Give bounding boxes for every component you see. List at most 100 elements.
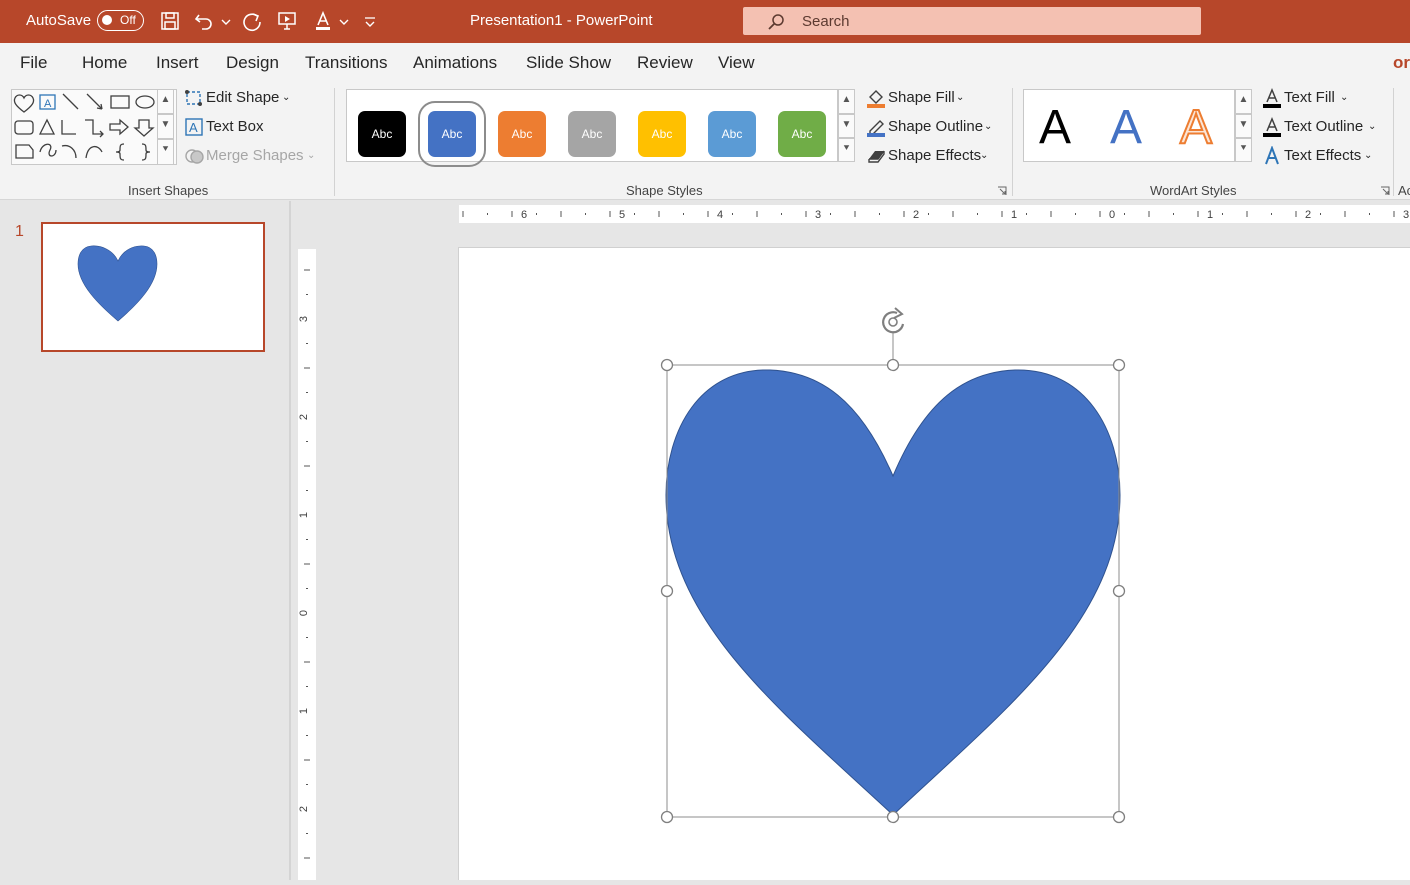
wordart-sample[interactable]: A	[1110, 100, 1142, 155]
shape-style-swatch[interactable]: Abc	[498, 111, 546, 157]
slide-thumbnail[interactable]	[41, 222, 265, 352]
tab-shape-format[interactable]: or	[1393, 53, 1410, 73]
resize-handle-top-left[interactable]	[660, 358, 674, 372]
resize-handle-top-right[interactable]	[1112, 358, 1126, 372]
resize-handle-left[interactable]	[660, 584, 674, 598]
chevron-down-icon: ⌄	[984, 121, 993, 132]
shape-style-swatch[interactable]: Abc	[358, 111, 406, 157]
slides-panel: 1	[0, 201, 289, 880]
wordart-scroll-up[interactable]: ▲	[1235, 89, 1252, 114]
shape-style-swatch[interactable]: Abc	[418, 101, 486, 167]
undo-icon[interactable]	[193, 10, 215, 32]
shape-style-swatch[interactable]: Abc	[708, 111, 756, 157]
svg-text:A: A	[44, 98, 52, 110]
edit-shape-label: Edit Shape	[206, 89, 280, 106]
text-fill-label: Text Fill	[1284, 89, 1335, 106]
styles-scroll-up[interactable]: ▲	[838, 89, 855, 114]
tab-insert[interactable]: Insert	[156, 53, 199, 73]
text-effects-icon	[1265, 146, 1279, 165]
ruler-label: 1	[298, 708, 310, 714]
ruler-label: 6	[521, 209, 527, 221]
ruler-label: 5	[619, 209, 625, 221]
font-color-icon[interactable]	[312, 10, 334, 32]
ribbon-tabs: File Home Insert Design Transitions Anim…	[0, 43, 1410, 121]
toggle-knob	[102, 15, 112, 25]
merge-shapes-label: Merge Shapes	[206, 147, 304, 164]
autosave-toggle[interactable]: Off	[97, 10, 144, 31]
paint-bucket-icon	[867, 90, 885, 108]
horizontal-ruler-ticks: 6 5 4 3 2 1 0 1 2 3	[462, 209, 1409, 221]
ruler-label: 3	[815, 209, 821, 221]
ruler-label: 1	[1011, 209, 1017, 221]
search-box[interactable]: Search	[743, 7, 1201, 35]
tab-file[interactable]: File	[20, 53, 47, 73]
autosave-label: AutoSave	[26, 12, 92, 29]
tab-animations[interactable]: Animations	[413, 53, 497, 73]
wordart-sample[interactable]: A	[1179, 100, 1213, 155]
tab-view[interactable]: View	[718, 53, 755, 73]
save-icon[interactable]	[159, 10, 181, 32]
resize-handle-bottom[interactable]	[886, 810, 900, 824]
horizontal-ruler: 6 5 4 3 2 1 0 1 2 3	[459, 205, 1410, 223]
wordart-scroll-down[interactable]: ▼	[1235, 114, 1252, 138]
font-color-dropdown-icon[interactable]	[337, 10, 351, 32]
search-placeholder: Search	[802, 13, 850, 30]
ruler-label: 0	[1109, 209, 1115, 221]
dialog-launcher-icon[interactable]	[1380, 186, 1390, 196]
slide-canvas[interactable]	[458, 247, 1410, 880]
tab-transitions[interactable]: Transitions	[305, 53, 388, 73]
resize-handle-bottom-right[interactable]	[1112, 810, 1126, 824]
tab-slide-show[interactable]: Slide Show	[526, 53, 611, 73]
insert-shapes-group-label: Insert Shapes	[128, 183, 209, 198]
redo-icon[interactable]	[241, 10, 263, 32]
dialog-launcher-icon[interactable]	[997, 186, 1007, 196]
shape-outline-label: Shape Outline	[888, 118, 984, 135]
chevron-down-icon: ⌄	[980, 150, 989, 161]
panel-divider[interactable]	[289, 201, 291, 880]
tab-review[interactable]: Review	[637, 53, 693, 73]
shape-styles-gallery: Abc Abc Abc Abc Abc Abc Abc	[346, 89, 838, 167]
shape-style-swatch[interactable]: Abc	[638, 111, 686, 157]
wordart-more[interactable]: ⯆	[1235, 138, 1252, 162]
ruler-label: 2	[298, 414, 310, 420]
ruler-label: 2	[298, 806, 310, 812]
ruler-label: 3	[1403, 209, 1409, 221]
resize-handle-top[interactable]	[886, 358, 900, 372]
chevron-down-icon: ⌄	[307, 150, 316, 161]
tab-home[interactable]: Home	[82, 53, 127, 73]
chevron-down-icon: ⌄	[1364, 150, 1373, 161]
shape-style-swatch[interactable]: Abc	[568, 111, 616, 157]
text-fill-icon	[1263, 88, 1281, 108]
resize-handle-bottom-left[interactable]	[660, 810, 674, 824]
merge-shapes-icon	[185, 149, 204, 164]
chevron-down-icon: ⌄	[282, 92, 291, 103]
group-separator	[1012, 88, 1013, 196]
wordart-sample[interactable]: A	[1039, 100, 1071, 155]
thumbnail-heart	[77, 245, 158, 322]
ruler-label: 2	[1305, 209, 1311, 221]
shapes-scroll-up[interactable]: ▲	[157, 89, 174, 114]
accessibility-group-label: Ac	[1398, 183, 1410, 198]
ribbon: A ▲ ▼ ⯆ Edit Shape ⌄ A Text Box Merge Sh…	[0, 80, 1410, 200]
shapes-gallery[interactable]: A	[11, 89, 177, 165]
search-icon	[768, 14, 784, 30]
styles-more[interactable]: ⯆	[838, 138, 855, 162]
slide-number: 1	[15, 223, 24, 240]
edit-shape-icon	[185, 90, 202, 106]
shapes-gallery-grid: A	[13, 93, 155, 161]
text-box-label: Text Box	[206, 118, 264, 135]
text-outline-label: Text Outline	[1284, 118, 1364, 135]
document-title: Presentation1 - PowerPoint	[470, 12, 653, 29]
present-from-beginning-icon[interactable]	[276, 10, 298, 32]
undo-dropdown-icon[interactable]	[219, 10, 233, 32]
shapes-scroll-down[interactable]: ▼	[157, 114, 174, 139]
text-box-icon: A	[185, 118, 203, 136]
resize-handle-right[interactable]	[1112, 584, 1126, 598]
styles-scroll-down[interactable]: ▼	[838, 114, 855, 138]
text-effects-label: Text Effects	[1284, 147, 1362, 164]
shapes-more[interactable]: ⯆	[157, 139, 174, 165]
customize-qat-icon[interactable]	[362, 10, 378, 32]
tab-design[interactable]: Design	[226, 53, 279, 73]
shape-style-swatch[interactable]: Abc	[778, 111, 826, 157]
vertical-ruler: 3 2 1 0 1 2	[298, 249, 316, 880]
